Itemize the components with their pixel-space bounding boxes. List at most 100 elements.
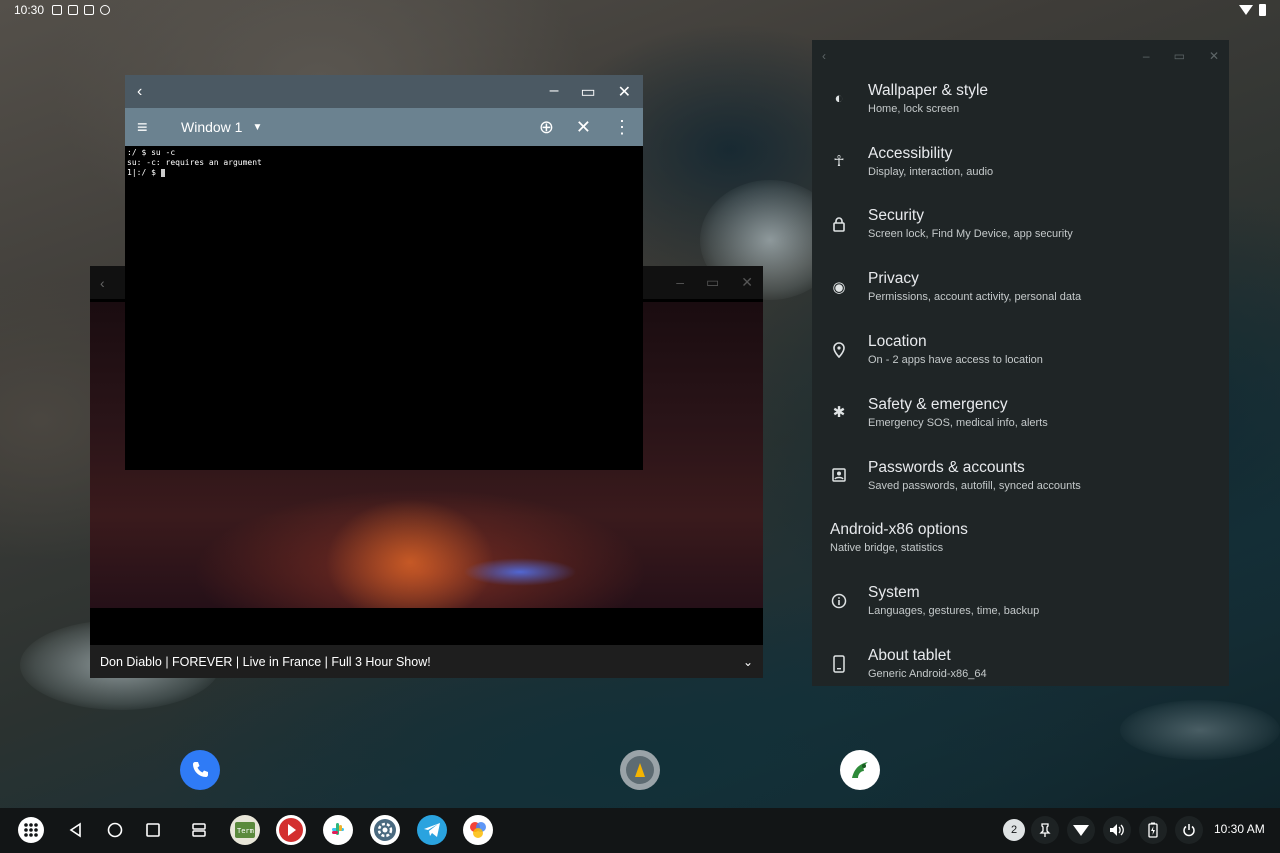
newpipe-app-icon[interactable] — [276, 815, 306, 845]
settings-item-about[interactable]: About tablet Generic Android-x86_64 — [812, 632, 1229, 695]
close-icon[interactable]: ✕ — [1209, 49, 1219, 63]
settings-item-subtitle: Generic Android-x86_64 — [868, 668, 987, 681]
maximize-icon[interactable]: ▭ — [706, 274, 719, 291]
settings-list: ◐ Wallpaper & style Home, lock screen ☥ A… — [812, 67, 1229, 695]
phone-app-icon[interactable] — [180, 750, 220, 790]
wifi-icon — [1239, 5, 1253, 15]
recents-nav-icon[interactable] — [138, 815, 168, 845]
settings-item-android-x86[interactable]: Android-x86 options Native bridge, statis… — [812, 507, 1229, 570]
notification-count-badge[interactable]: 2 — [1003, 819, 1025, 841]
video-caption-bar[interactable]: Don Diablo | FOREVER | Live in France | … — [90, 645, 763, 678]
settings-item-passwords[interactable]: Passwords & accounts Saved passwords, aut… — [812, 444, 1229, 507]
settings-item-subtitle: Saved passwords, autofill, synced accoun… — [868, 479, 1081, 492]
settings-item-title: Passwords & accounts — [868, 458, 1025, 476]
overflow-menu-icon[interactable]: ⋮ — [613, 117, 631, 138]
terminal-cursor — [160, 168, 165, 177]
settings-item-subtitle: Display, interaction, audio — [868, 165, 994, 178]
close-icon[interactable]: ✕ — [741, 274, 753, 291]
close-icon[interactable]: ✕ — [618, 82, 631, 102]
app-drawer-icon[interactable] — [16, 815, 46, 845]
accessibility-icon: ☥ — [833, 153, 845, 171]
minimize-icon[interactable]: – — [550, 82, 559, 102]
settings-item-title: Security — [868, 207, 924, 225]
terminal-line: su: -c: requires an argument — [127, 158, 262, 167]
power-icon[interactable] — [1175, 816, 1203, 844]
notification-record-icon — [100, 5, 111, 15]
settings-item-subtitle: Languages, gestures, time, backup — [868, 605, 1040, 618]
slack-app-icon[interactable] — [323, 815, 353, 845]
info-icon — [830, 592, 848, 610]
settings-item-system[interactable]: System Languages, gestures, time, backup — [812, 569, 1229, 632]
settings-item-subtitle: Permissions, account activity, personal … — [868, 291, 1082, 304]
settings-item-accessibility[interactable]: ☥ Accessibility Display, interaction, aud… — [812, 130, 1229, 193]
terminal-window[interactable]: ‹ – ▭ ✕ ≡ Window 1 ▼ ⊕ ✕ ⋮ :/ $ su -c su… — [125, 75, 643, 470]
terminal-prompt: 1|:/ $ — [127, 168, 161, 177]
wifi-tray-icon[interactable] — [1067, 816, 1095, 844]
location-pin-icon — [830, 341, 848, 359]
notification-sd-icon — [84, 5, 95, 15]
settings-item-security[interactable]: Security Screen lock, Find My Device, app… — [812, 193, 1229, 256]
maximize-icon[interactable]: ▭ — [580, 82, 595, 102]
terminal-toolbar: ≡ Window 1 ▼ ⊕ ✕ ⋮ — [125, 108, 643, 146]
asterisk-icon: ✱ — [832, 404, 846, 422]
settings-item-title: Location — [868, 333, 927, 351]
wallpaper-surf — [1120, 700, 1280, 760]
settings-item-title: Privacy — [868, 270, 919, 288]
photos-app-icon[interactable] — [463, 815, 493, 845]
lock-icon — [830, 215, 848, 233]
svg-text:Term: Term — [237, 827, 254, 835]
settings-item-title: About tablet — [868, 647, 951, 665]
add-window-icon[interactable]: ⊕ — [539, 117, 554, 138]
settings-item-wallpaper[interactable]: ◐ Wallpaper & style Home, lock screen — [812, 67, 1229, 130]
back-icon[interactable]: ‹ — [822, 49, 826, 63]
settings-app-icon[interactable] — [370, 815, 400, 845]
minimize-icon[interactable]: – — [1143, 49, 1150, 63]
terminal-app-icon[interactable]: Term — [230, 815, 260, 845]
status-bar: 10:30 — [0, 0, 1280, 20]
tablet-icon — [830, 654, 848, 673]
settings-item-title: Wallpaper & style — [868, 81, 989, 99]
terminal-output[interactable]: :/ $ su -c su: -c: requires an argument … — [125, 146, 643, 180]
battery-icon — [1259, 4, 1266, 16]
account-box-icon — [830, 466, 848, 484]
maximize-icon[interactable]: ▭ — [1174, 49, 1185, 63]
settings-item-title: System — [868, 584, 920, 602]
back-nav-icon[interactable] — [61, 815, 91, 845]
status-time: 10:30 — [14, 3, 45, 17]
terminal-line: :/ $ su -c — [127, 148, 176, 157]
dropdown-arrow-icon[interactable]: ▼ — [252, 122, 262, 133]
battery-charging-icon[interactable] — [1139, 816, 1167, 844]
settings-item-subtitle: On - 2 apps have access to location — [868, 354, 1043, 367]
minimize-icon[interactable]: – — [676, 274, 684, 291]
terminal-titlebar[interactable]: ‹ – ▭ ✕ — [125, 75, 643, 108]
dragon-app-icon[interactable] — [840, 750, 880, 790]
back-arrow-icon[interactable]: ‹ — [137, 83, 142, 101]
settings-window[interactable]: ‹ – ▭ ✕ ◐ Wallpaper & style Home, lock sc… — [812, 40, 1229, 686]
notification-sim-icon — [68, 5, 79, 15]
back-icon[interactable]: ‹ — [100, 275, 105, 291]
chevron-down-icon[interactable]: ⌄ — [743, 655, 753, 669]
telegram-app-icon[interactable] — [417, 815, 447, 845]
vlc-player-app-icon[interactable] — [620, 750, 660, 790]
settings-item-location[interactable]: Location On - 2 apps have access to locat… — [812, 318, 1229, 381]
volume-icon[interactable] — [1103, 816, 1131, 844]
split-screen-icon[interactable] — [184, 815, 214, 845]
settings-item-subtitle: Native bridge, statistics — [830, 542, 944, 555]
settings-item-subtitle: Screen lock, Find My Device, app securit… — [868, 228, 1073, 241]
video-title: Don Diablo | FOREVER | Live in France | … — [100, 654, 431, 669]
settings-item-subtitle: Emergency SOS, medical info, alerts — [868, 416, 1048, 429]
settings-item-safety[interactable]: ✱ Safety & emergency Emergency SOS, medic… — [812, 381, 1229, 444]
settings-item-privacy[interactable]: ◉ Privacy Permissions, account activity, … — [812, 255, 1229, 318]
privacy-eye-icon: ◉ — [832, 278, 846, 296]
taskbar-clock[interactable]: 10:30 AM — [1214, 822, 1265, 836]
settings-item-title: Safety & emergency — [868, 395, 1008, 413]
notification-a-icon — [52, 5, 63, 15]
settings-item-subtitle: Home, lock screen — [868, 102, 960, 115]
home-nav-icon[interactable] — [100, 815, 130, 845]
hamburger-menu-icon[interactable]: ≡ — [137, 117, 165, 138]
settings-item-title: Android-x86 options — [830, 521, 968, 539]
settings-item-title: Accessibility — [868, 144, 953, 162]
close-window-icon[interactable]: ✕ — [576, 117, 591, 138]
window-selector[interactable]: Window 1 — [181, 119, 242, 135]
pin-icon[interactable] — [1031, 816, 1059, 844]
